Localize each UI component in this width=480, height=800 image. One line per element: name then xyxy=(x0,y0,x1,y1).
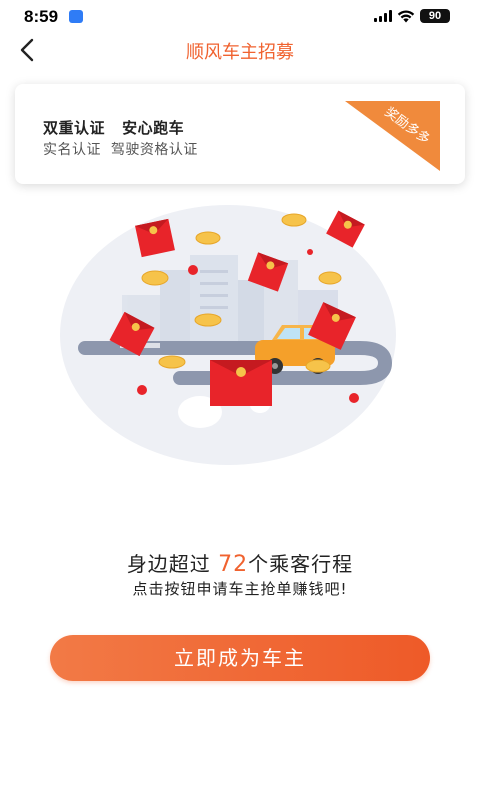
passenger-count-text: 身边超过 72个乘客行程 xyxy=(0,548,480,577)
wifi-icon xyxy=(397,9,415,22)
page-title: 顺风车主招募 xyxy=(186,42,294,63)
recruitment-illustration xyxy=(60,205,396,465)
card-subtitle: 实名认证 驾驶资格认证 xyxy=(43,142,198,158)
battery-icon: 90 xyxy=(420,9,450,23)
promo-suffix: 个乘客行程 xyxy=(248,552,354,576)
status-icons: 90 xyxy=(374,9,450,23)
status-bar: 8:59 90 xyxy=(0,0,480,34)
promo-subtext: 点击按钮申请车主抢单赚钱吧! xyxy=(132,580,348,598)
card-title: 双重认证 安心跑车 xyxy=(43,119,185,137)
status-time: 8:59 xyxy=(24,7,59,26)
certification-card: 双重认证 安心跑车 实名认证 驾驶资格认证 奖励多多 xyxy=(15,84,465,184)
app-notification-icon xyxy=(69,10,83,23)
become-driver-button[interactable]: 立即成为车主 xyxy=(50,635,430,681)
signal-icon xyxy=(374,10,392,22)
reward-ribbon: 奖励多多 xyxy=(345,101,440,171)
nav-bar: 顺风车主招募 xyxy=(0,34,480,66)
passenger-count: 72 xyxy=(218,552,249,577)
promo-prefix: 身边超过 xyxy=(126,552,219,576)
